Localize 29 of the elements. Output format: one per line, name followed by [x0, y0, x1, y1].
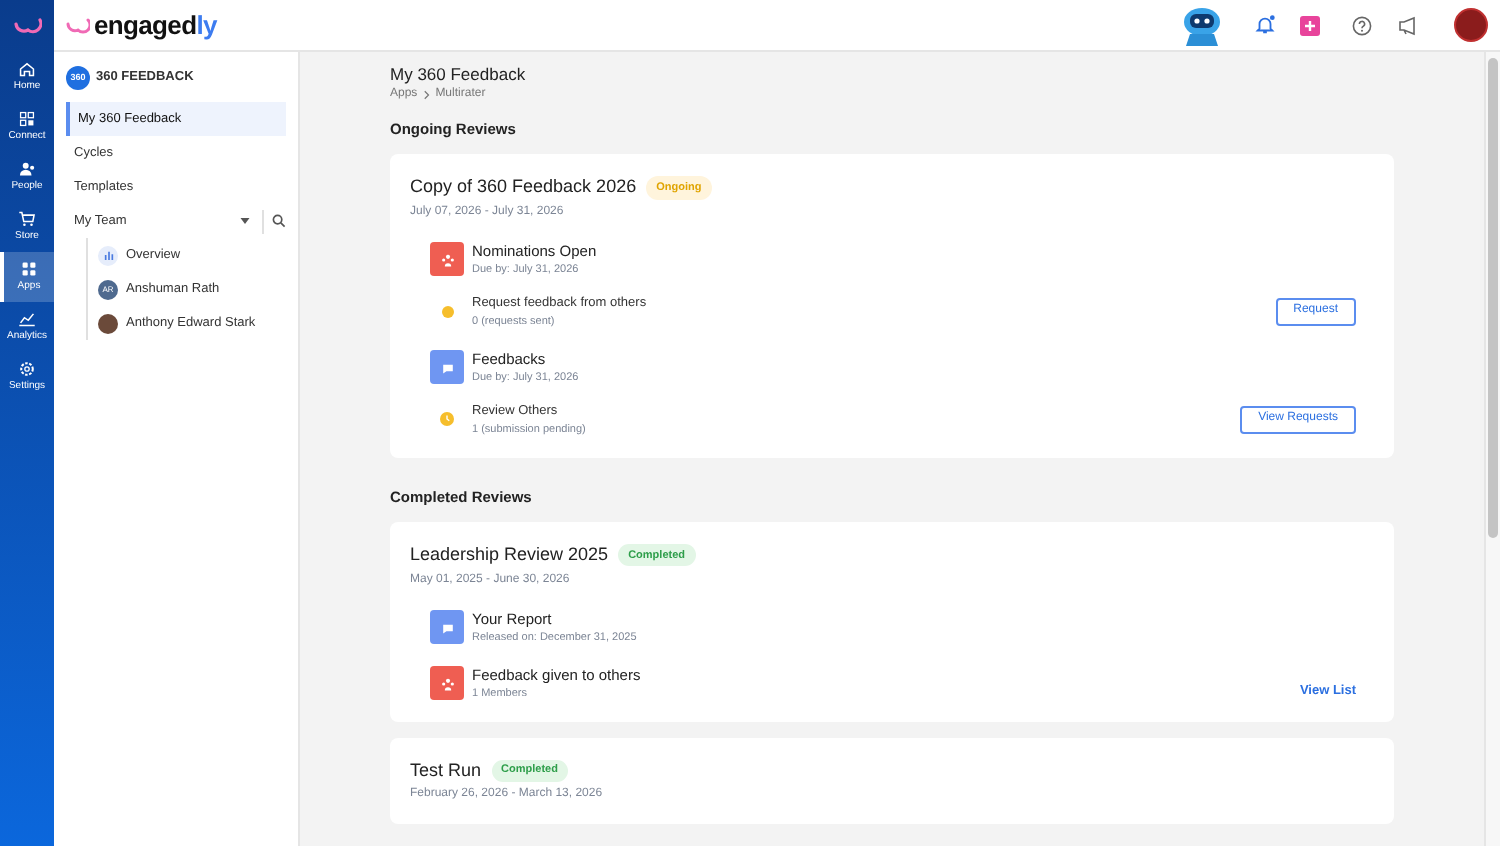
cart-icon [18, 210, 36, 228]
user-avatar[interactable] [1454, 8, 1488, 42]
people-icon [430, 242, 464, 277]
chat-icon [430, 350, 464, 385]
search-icon[interactable] [272, 214, 286, 228]
grid-icon [18, 110, 36, 128]
add-icon[interactable] [1300, 15, 1320, 35]
review-title: Test Run [410, 757, 482, 783]
apps-icon [20, 260, 38, 278]
caret-icon[interactable] [240, 218, 250, 224]
logo-icon [13, 16, 41, 36]
review-title: Copy of 360 Feedback 2026 [410, 174, 637, 201]
page-title: My 360 Feedback [390, 64, 528, 86]
chat-icon [430, 610, 464, 644]
review-title: Leadership Review 2025 [410, 542, 609, 568]
logo-icon [66, 16, 90, 34]
notification-icon[interactable] [1254, 14, 1276, 36]
user-avatar [98, 313, 118, 333]
people-icon [430, 666, 464, 700]
home-icon [18, 60, 36, 78]
brand-logo: engagedly [94, 7, 217, 44]
chart-icon [98, 245, 118, 265]
settings-icon [18, 360, 36, 378]
people-icon [18, 160, 36, 178]
chevron-icon [423, 90, 430, 100]
chart-icon [18, 310, 36, 328]
scrollbar[interactable] [1484, 52, 1500, 846]
megaphone-icon[interactable] [1398, 15, 1420, 35]
help-icon[interactable] [1352, 15, 1372, 35]
